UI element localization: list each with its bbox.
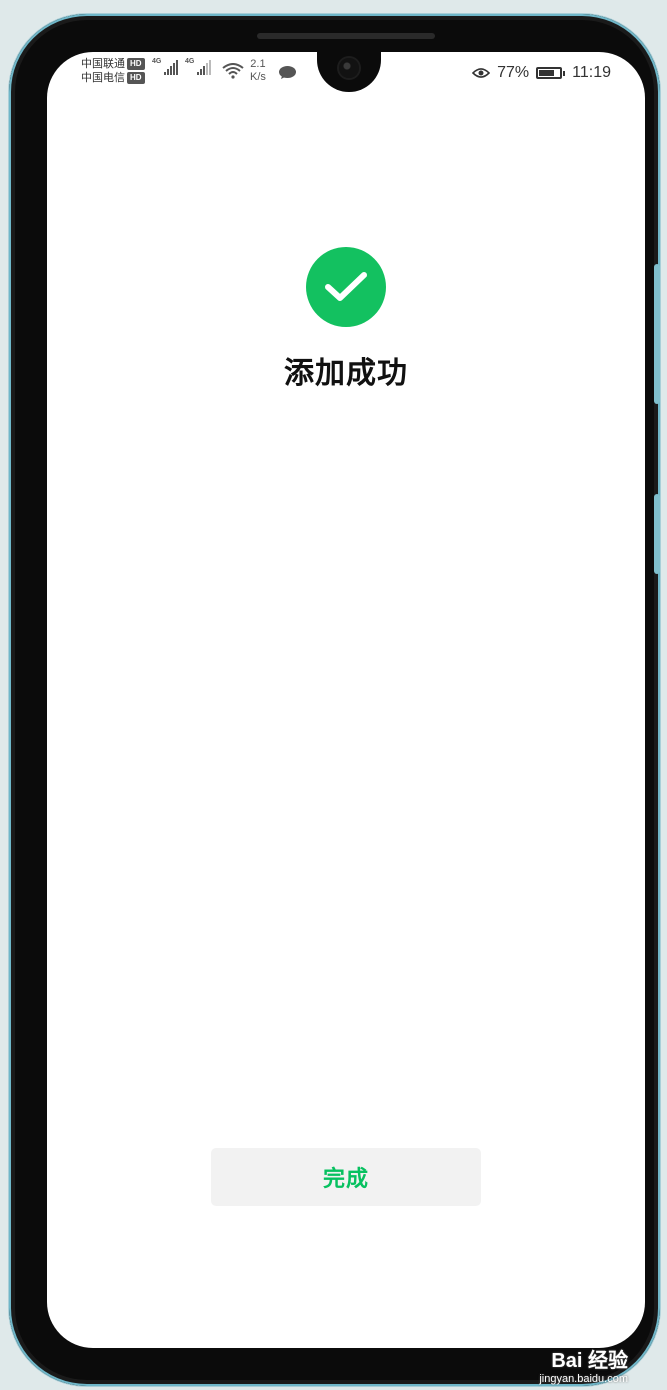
signal-icon: 4G xyxy=(185,58,211,75)
battery-icon xyxy=(536,67,566,79)
screen: 中国联通 HD 中国电信 HD 4G 4G 2.1 K/s 77% 11:19 … xyxy=(47,52,645,1348)
earpiece-speaker xyxy=(257,33,435,39)
success-title: 添加成功 xyxy=(284,357,408,390)
signal-icon: 4G xyxy=(152,58,178,75)
status-bar: 中国联通 HD 中国电信 HD 4G 4G 2.1 K/s 77% 11:19 xyxy=(47,52,645,94)
hd-badge: HD xyxy=(127,58,145,70)
wifi-icon xyxy=(222,63,244,79)
clock-time: 11:19 xyxy=(572,64,611,81)
camera-notch xyxy=(317,52,381,92)
done-button[interactable]: 完成 xyxy=(211,1148,481,1206)
message-icon xyxy=(279,66,296,79)
network-speed-value: 2.1 xyxy=(250,58,266,70)
phone-frame: 中国联通 HD 中国电信 HD 4G 4G 2.1 K/s 77% 11:19 … xyxy=(9,14,660,1386)
eye-icon xyxy=(472,68,491,78)
check-circle-icon xyxy=(306,247,386,327)
network-type-label: 4G xyxy=(185,58,195,65)
network-speed-unit: K/s xyxy=(250,71,266,83)
front-camera xyxy=(339,58,359,78)
carrier-1-label: 中国联通 xyxy=(81,58,125,70)
power-button xyxy=(654,494,660,574)
network-speed: 2.1 K/s xyxy=(250,58,266,84)
hd-badge: HD xyxy=(127,72,145,84)
network-type-label: 4G xyxy=(152,58,162,65)
battery-percent: 77% xyxy=(497,64,530,81)
volume-button xyxy=(654,264,660,404)
status-right: 77% 11:19 xyxy=(472,64,611,82)
carrier-info: 中国联通 HD 中国电信 HD xyxy=(81,57,145,85)
carrier-2-label: 中国电信 xyxy=(81,72,125,84)
watermark-logo: Bai 经验 xyxy=(551,1350,628,1372)
watermark: Bai 经验 jingyan.baidu.com xyxy=(539,1344,628,1385)
watermark-url: jingyan.baidu.com xyxy=(539,1373,628,1385)
